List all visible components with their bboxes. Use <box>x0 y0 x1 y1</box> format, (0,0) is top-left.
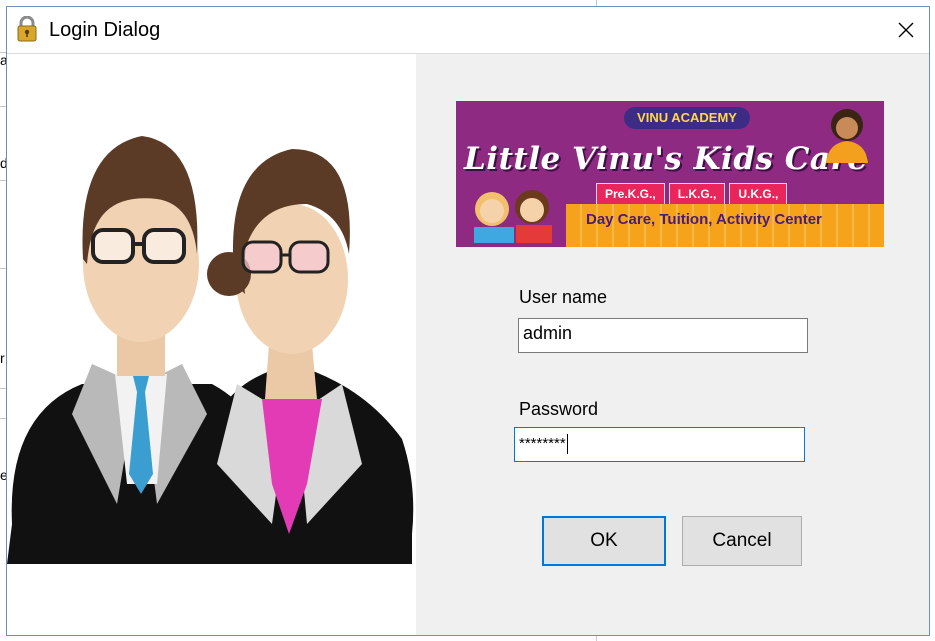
cancel-button[interactable]: Cancel <box>682 516 802 566</box>
class-badge: Pre.K.G., <box>596 183 665 205</box>
password-label: Password <box>519 399 599 419</box>
title-bar[interactable]: Login Dialog <box>7 7 929 54</box>
username-label: User name <box>519 287 608 307</box>
username-field[interactable]: admin <box>518 318 808 353</box>
password-value: ******** <box>519 434 566 452</box>
teacher-photo <box>826 109 868 163</box>
username-value: admin <box>523 323 573 343</box>
class-badge: U.K.G., <box>729 183 788 205</box>
kids-illustration <box>474 190 552 243</box>
lock-icon <box>16 15 38 42</box>
ok-button[interactable]: OK <box>542 516 666 566</box>
banner-services: Day Care, Tuition, Activity Center <box>586 211 822 228</box>
class-badge: L.K.G., <box>668 183 726 205</box>
close-button[interactable] <box>883 7 929 53</box>
password-field[interactable]: ******** <box>514 427 805 462</box>
class-list: Pre.K.G., L.K.G., U.K.G., <box>596 183 788 205</box>
close-icon <box>898 22 914 38</box>
banner-tag: VINU ACADEMY <box>624 107 750 129</box>
login-dialog: Login Dialog VINU ACADEMY Little Vinu's … <box>6 6 930 636</box>
text-caret <box>566 434 568 454</box>
banner-headline: Little Vinu's Kids Care <box>464 141 868 177</box>
users-icon <box>7 136 414 564</box>
users-image-panel <box>7 54 416 635</box>
bg-text: r <box>0 350 5 366</box>
window-title: Login Dialog <box>49 19 161 41</box>
academy-banner: VINU ACADEMY Little Vinu's Kids Care Pre… <box>456 101 884 247</box>
